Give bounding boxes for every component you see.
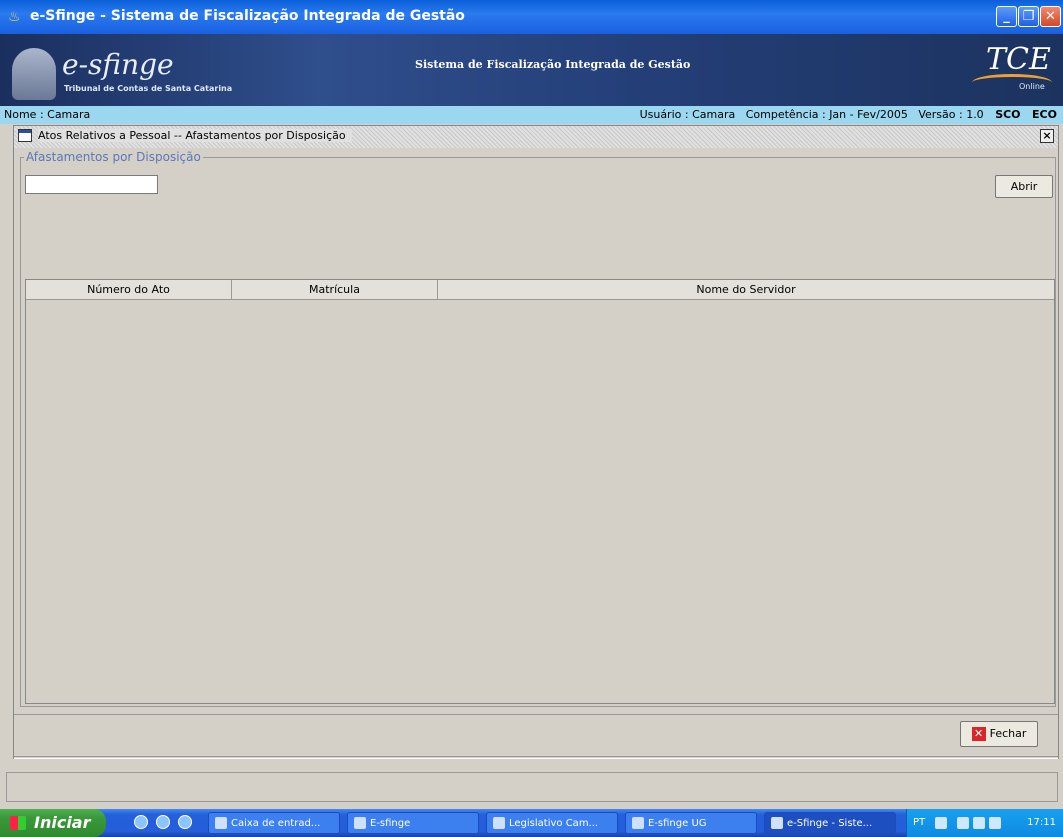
- tce-logo: TCE: [986, 42, 1051, 77]
- divider: [14, 714, 1058, 715]
- fechar-label: Fechar: [989, 727, 1027, 740]
- window-icon: [18, 129, 32, 142]
- info-bar: Nome : Camara Usuário : Camara Competênc…: [0, 106, 1063, 124]
- media-icon[interactable]: [178, 815, 192, 829]
- column-header-numero-ato[interactable]: Número do Ato: [26, 280, 232, 300]
- fechar-button[interactable]: ✕ Fechar: [960, 721, 1038, 747]
- start-label: Iniciar: [34, 813, 91, 832]
- divider: [14, 756, 1058, 759]
- window-title-bar[interactable]: ♨ e-Sfinge - Sistema de Fiscalização Int…: [0, 0, 1063, 34]
- close-red-icon: ✕: [971, 727, 986, 741]
- word-icon: [493, 817, 505, 829]
- nome-label: Nome : Camara: [4, 108, 91, 121]
- logo-subtitle: Tribunal de Contas de Santa Catarina: [64, 84, 233, 93]
- banner-title: Sistema de Fiscalização Integrada de Ges…: [415, 58, 691, 71]
- java-icon: [771, 817, 783, 829]
- group-legend: Afastamentos por Disposição: [24, 150, 203, 164]
- minimize-button[interactable]: _: [996, 6, 1017, 27]
- task-legislativo[interactable]: Legislativo Cam...: [486, 812, 618, 834]
- abrir-button[interactable]: Abrir: [995, 175, 1053, 198]
- maximize-button[interactable]: ❐: [1018, 6, 1039, 27]
- results-table[interactable]: Número do Ato Matrícula Nome do Servidor: [25, 279, 1055, 704]
- tce-online-label: Online: [1019, 82, 1045, 91]
- start-button[interactable]: Iniciar: [0, 809, 106, 837]
- app-banner: e-sfinge Tribunal de Contas de Santa Cat…: [0, 34, 1063, 106]
- network-icon[interactable]: [973, 817, 985, 829]
- tce-icon: [632, 817, 644, 829]
- task-label: E-sfinge: [370, 818, 411, 829]
- task-label: Caixa de entrad...: [231, 818, 321, 829]
- task-esfinge-folder[interactable]: E-sfinge: [347, 812, 479, 834]
- keyboard-icon[interactable]: [935, 817, 947, 829]
- window-title: e-Sfinge - Sistema de Fiscalização Integ…: [30, 8, 465, 24]
- sphinx-logo-image: [12, 48, 56, 100]
- session-info: Usuário : Camara Competência : Jan - Fev…: [640, 108, 1057, 121]
- mail-icon: [215, 817, 227, 829]
- search-input[interactable]: [25, 175, 158, 194]
- usuario-label: Usuário : Camara: [639, 108, 736, 121]
- task-esfinge-sistema[interactable]: e-Sfinge - Siste...: [764, 812, 896, 834]
- java-app-icon: ♨: [8, 9, 21, 25]
- status-bar: [6, 772, 1058, 802]
- task-label: E-sfinge UG: [648, 818, 707, 829]
- column-header-nome-servidor[interactable]: Nome do Servidor: [438, 280, 1054, 300]
- ie-icon[interactable]: [134, 815, 148, 829]
- sco-label: SCO: [995, 108, 1021, 121]
- task-label: e-Sfinge - Siste...: [787, 818, 873, 829]
- tray-arrow-icon[interactable]: [957, 817, 969, 829]
- system-tray: PT 17:11: [906, 809, 1063, 837]
- task-label: Legislativo Cam...: [509, 818, 599, 829]
- eco-label: ECO: [1032, 108, 1057, 121]
- internal-frame-title: Atos Relativos a Pessoal -- Afastamentos…: [38, 129, 352, 142]
- close-frame-icon[interactable]: ×: [1040, 129, 1054, 143]
- column-header-matricula[interactable]: Matrícula: [232, 280, 438, 300]
- close-window-button[interactable]: ✕: [1040, 6, 1061, 27]
- task-caixa-entrada[interactable]: Caixa de entrad...: [208, 812, 340, 834]
- competencia-label: Competência : Jan - Fev/2005: [745, 108, 908, 121]
- task-esfinge-ug[interactable]: E-sfinge UG: [625, 812, 757, 834]
- folder-icon: [354, 817, 366, 829]
- browser-icon[interactable]: [156, 815, 170, 829]
- versao-label: Versão : 1.0: [918, 108, 984, 121]
- esfinge-logo: e-sfinge: [62, 48, 174, 81]
- language-indicator[interactable]: PT: [913, 817, 925, 828]
- internal-frame-title-bar[interactable]: Atos Relativos a Pessoal -- Afastamentos…: [14, 126, 1058, 148]
- windows-logo-icon: [10, 816, 26, 830]
- clock: 17:11: [1027, 817, 1056, 828]
- security-icon[interactable]: [989, 817, 1001, 829]
